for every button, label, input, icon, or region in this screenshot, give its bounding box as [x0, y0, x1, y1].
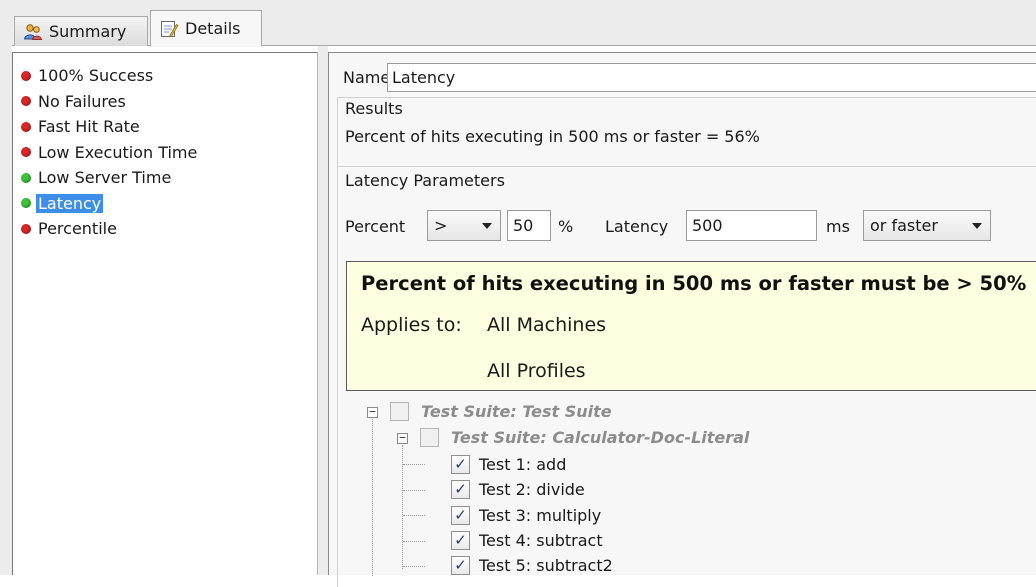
rule-label: 100% Success — [38, 66, 154, 86]
tab-details-label: Details — [185, 19, 241, 38]
suite-checkbox[interactable] — [420, 428, 439, 447]
window-frame-left — [0, 46, 12, 575]
name-label: Name — [343, 68, 391, 87]
tree-child-suite[interactable]: Test Suite: Calculator-Doc-Literal — [451, 428, 749, 447]
tree-guide-line — [372, 413, 373, 576]
rule-label: Low Server Time — [38, 168, 172, 188]
tree-test-item[interactable]: Test 1: add — [479, 455, 566, 474]
rule-item-fast-hit-rate[interactable]: Fast Hit Rate — [21, 114, 317, 140]
rules-list: 100% Success No Failures Fast Hit Rate L… — [13, 53, 317, 242]
tab-summary-label: Summary — [49, 22, 127, 41]
tree-guide-line — [403, 541, 425, 542]
percent-unit-label: % — [558, 217, 574, 236]
suite-checkbox[interactable] — [390, 402, 409, 421]
speed-dropdown[interactable]: or faster — [863, 210, 991, 241]
test-checkbox[interactable]: ✓ — [451, 531, 470, 550]
collapse-icon[interactable]: − — [397, 432, 408, 444]
percent-field[interactable] — [507, 210, 551, 241]
status-fail-icon — [21, 70, 31, 81]
rule-tooltip: Percent of hits executing in 500 ms or f… — [346, 261, 1036, 391]
status-fail-icon — [21, 147, 31, 158]
status-fail-icon — [21, 121, 31, 132]
tooltip-profiles: All Profiles — [487, 360, 586, 382]
test-checkbox[interactable]: ✓ — [451, 455, 470, 474]
rule-item-no-failures[interactable]: No Failures — [21, 89, 317, 115]
status-pass-icon — [21, 198, 31, 209]
tree-root-suite[interactable]: Test Suite: Test Suite — [421, 402, 612, 421]
collapse-icon[interactable]: − — [367, 406, 378, 418]
tree-test-item[interactable]: Test 4: subtract — [479, 531, 603, 550]
status-fail-icon — [21, 223, 31, 234]
latency-field[interactable] — [686, 210, 817, 241]
tree-guide-line — [403, 566, 425, 567]
latency-unit-label: ms — [826, 217, 850, 236]
chevron-down-icon — [972, 223, 982, 229]
tree-guide-line — [403, 464, 425, 465]
results-text: Percent of hits executing in 500 ms or f… — [345, 127, 760, 146]
rules-list-pane: 100% Success No Failures Fast Hit Rate L… — [12, 52, 318, 575]
rule-label: No Failures — [38, 91, 126, 111]
latency-parameters-title: Latency Parameters — [345, 171, 505, 190]
rule-label: Fast Hit Rate — [38, 117, 140, 137]
tree-test-item[interactable]: Test 2: divide — [479, 480, 585, 499]
percent-label: Percent — [345, 217, 406, 236]
tree-test-item[interactable]: Test 3: multiply — [479, 506, 601, 525]
chevron-down-icon — [482, 223, 492, 229]
tree-test-item[interactable]: Test 5: subtract2 — [479, 556, 613, 575]
rule-item-latency[interactable]: Latency — [21, 191, 317, 217]
summary-people-icon — [23, 22, 43, 42]
tooltip-machines: All Machines — [487, 314, 607, 336]
tab-details[interactable]: Details — [150, 10, 262, 47]
rule-label: Percentile — [38, 219, 117, 239]
name-field[interactable] — [387, 63, 1036, 92]
rule-item-100-success[interactable]: 100% Success — [21, 63, 317, 89]
test-checkbox[interactable]: ✓ — [451, 506, 470, 525]
results-title: Results — [345, 99, 403, 118]
split-pane-divider[interactable] — [318, 46, 328, 575]
operator-dropdown[interactable]: > — [427, 210, 501, 241]
tree-guide-line — [403, 515, 425, 516]
details-notepad-icon — [159, 19, 179, 39]
status-fail-icon — [21, 96, 31, 107]
tooltip-headline: Percent of hits executing in 500 ms or f… — [361, 272, 1027, 295]
rule-label: Low Execution Time — [38, 142, 198, 162]
rule-label: Latency — [36, 193, 104, 213]
rule-item-low-execution-time[interactable]: Low Execution Time — [21, 140, 317, 166]
tree-guide-line — [403, 490, 425, 491]
tab-summary[interactable]: Summary — [14, 16, 148, 46]
rule-item-low-server-time[interactable]: Low Server Time — [21, 165, 317, 191]
test-checkbox[interactable]: ✓ — [451, 480, 470, 499]
latency-label: Latency — [605, 217, 669, 236]
rule-item-percentile[interactable]: Percentile — [21, 216, 317, 242]
tooltip-applies-label: Applies to: — [361, 314, 462, 336]
operator-value: > — [434, 216, 448, 235]
speed-value: or faster — [870, 216, 938, 235]
test-checkbox[interactable]: ✓ — [451, 556, 470, 575]
status-pass-icon — [21, 172, 31, 183]
